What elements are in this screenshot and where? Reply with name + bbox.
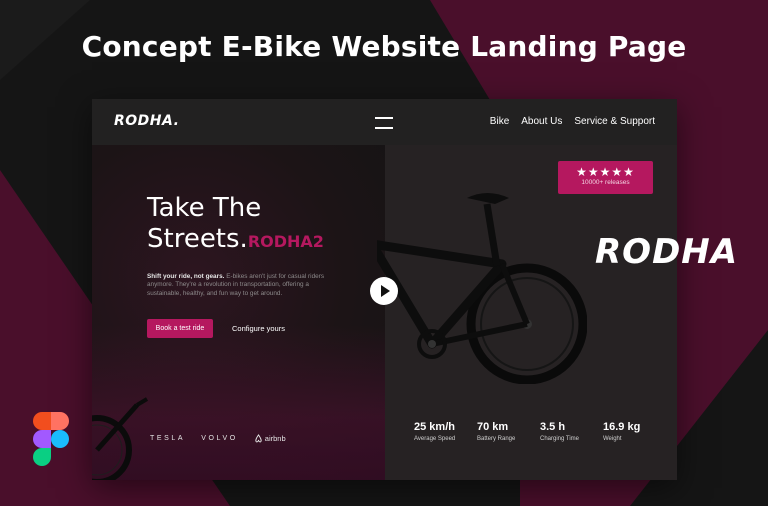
- spec-label: Battery Range: [477, 436, 516, 442]
- brand-volvo: VOLVO: [201, 435, 238, 442]
- hero-title-accent: RODHA2: [247, 232, 324, 251]
- top-nav: RODHA. Bike About Us Service & Support: [92, 99, 677, 145]
- nav-link-about[interactable]: About Us: [521, 116, 562, 127]
- spec-value: 25 km/h: [414, 421, 455, 433]
- book-test-ride-button[interactable]: Book a test ride: [147, 319, 213, 338]
- hero-description: Shift your ride, not gears. E-bikes aren…: [147, 273, 325, 298]
- hamburger-icon[interactable]: [375, 117, 393, 129]
- website-mockup: RODHA. Bike About Us Service & Support T…: [92, 99, 677, 480]
- star-icon: ★: [623, 165, 635, 179]
- spec-label: Weight: [603, 436, 622, 442]
- bike-partial-image: [92, 397, 149, 480]
- hero-title: Take The Streets.RODHA2: [147, 193, 324, 257]
- star-rating: ★★★★★: [558, 165, 653, 179]
- spec-value: 16.9 kg: [603, 421, 641, 433]
- hero-title-line2: Streets.: [147, 224, 248, 254]
- ebike-image: [377, 193, 587, 384]
- logo[interactable]: RODHA.: [114, 113, 179, 129]
- spec-speed: 25 km/h Average Speed: [414, 421, 477, 442]
- partner-brands: TESLA VOLVO airbnb: [150, 434, 286, 443]
- nav-link-support[interactable]: Service & Support: [574, 116, 655, 127]
- brand-airbnb-label: airbnb: [264, 434, 286, 443]
- brand-tesla: TESLA: [150, 435, 186, 442]
- star-icon: ★: [587, 165, 600, 179]
- specs-row: 25 km/h Average Speed 70 km Battery Rang…: [414, 421, 666, 442]
- configure-button[interactable]: Configure yours: [232, 319, 285, 338]
- play-icon[interactable]: [370, 277, 398, 305]
- nav-link-bike[interactable]: Bike: [490, 116, 509, 127]
- airbnb-icon: [255, 434, 262, 443]
- hero-description-bold: Shift your ride, not gears.: [147, 273, 225, 280]
- spec-charging: 3.5 h Charging Time: [540, 421, 603, 442]
- star-icon: ★: [611, 165, 624, 179]
- hero-left-panel: Take The Streets.RODHA2 Shift your ride,…: [92, 145, 385, 480]
- nav-links: Bike About Us Service & Support: [490, 116, 655, 127]
- figma-icon: [33, 412, 69, 466]
- star-icon: ★: [599, 165, 612, 179]
- page-heading: Concept E-Bike Website Landing Page: [81, 30, 687, 63]
- brand-airbnb: airbnb: [254, 434, 286, 443]
- spec-label: Charging Time: [540, 436, 580, 442]
- spec-weight: 16.9 kg Weight: [603, 421, 666, 442]
- spec-label: Average Speed: [414, 436, 456, 442]
- brand-wordmark: RODHA: [595, 232, 739, 272]
- spec-range: 70 km Battery Range: [477, 421, 540, 442]
- hero-title-line1: Take The: [147, 193, 262, 223]
- spec-value: 3.5 h: [540, 421, 566, 433]
- spec-value: 70 km: [477, 421, 509, 433]
- star-icon: ★: [576, 165, 588, 179]
